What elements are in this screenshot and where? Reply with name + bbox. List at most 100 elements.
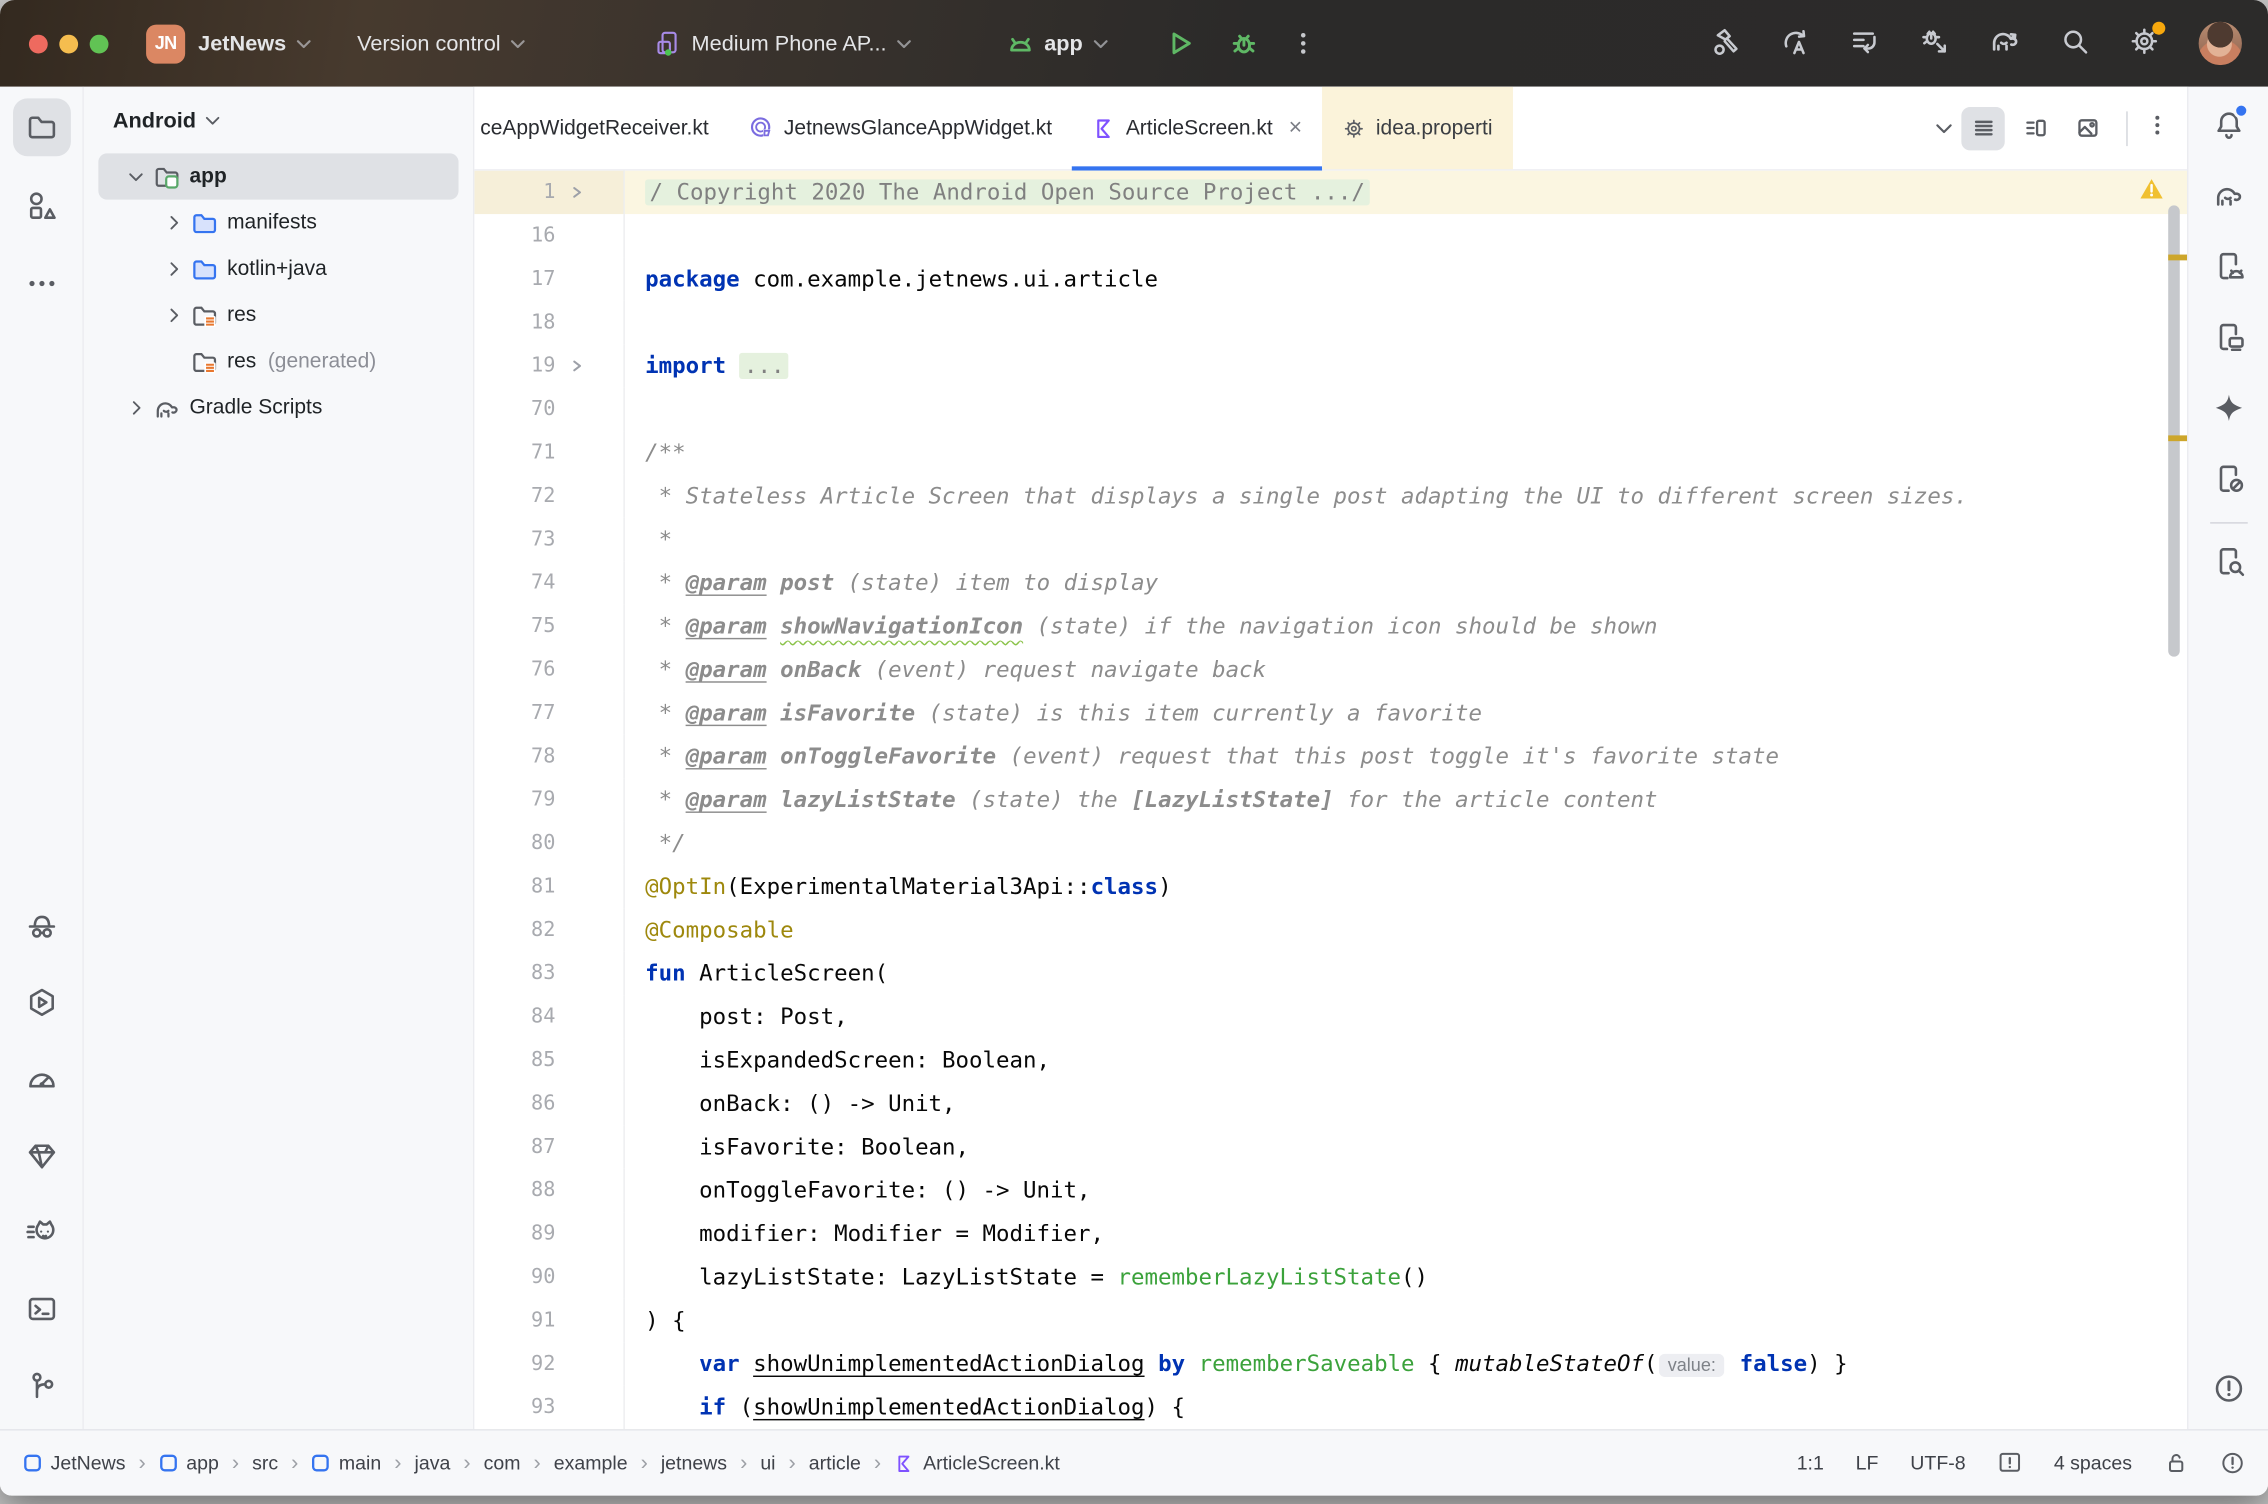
- breadcrumb-com[interactable]: com: [484, 1452, 521, 1474]
- project-widget[interactable]: JetNews: [198, 31, 311, 56]
- vcs-widget[interactable]: Version control: [357, 31, 525, 56]
- more-actions-button[interactable]: [1290, 30, 1316, 56]
- warning-stripe-mark[interactable]: [2168, 435, 2187, 441]
- attach-debugger-button[interactable]: [1919, 25, 1949, 61]
- breadcrumb-java[interactable]: java: [414, 1452, 450, 1474]
- problems-toolwindow-button[interactable]: [2199, 1360, 2257, 1418]
- inspection-warning-icon[interactable]: [2139, 178, 2164, 200]
- module-icon: [159, 1454, 178, 1473]
- code-view-button[interactable]: [1961, 106, 2004, 149]
- editor-column: ceAppWidgetReceiver.kt JetnewsGlanceAppW…: [474, 87, 2187, 1429]
- breadcrumb-ui[interactable]: ui: [760, 1452, 775, 1474]
- logcat-toolwindow-button[interactable]: [12, 1203, 70, 1261]
- debug-button[interactable]: [1229, 29, 1258, 58]
- split-view-icon: [2023, 116, 2048, 141]
- caret-position-widget[interactable]: 1:1: [1797, 1452, 1824, 1474]
- breadcrumb-jetnews-pkg[interactable]: jetnews: [661, 1452, 727, 1474]
- device-selector[interactable]: Medium Phone AP...: [655, 30, 911, 56]
- tree-item-res-generated[interactable]: res (generated): [84, 338, 473, 384]
- sync-refresh-button[interactable]: [1781, 25, 1811, 61]
- profiler-toolwindow-button[interactable]: [12, 1050, 70, 1108]
- breadcrumb-src[interactable]: src: [252, 1452, 278, 1474]
- search-icon: [2060, 25, 2090, 55]
- split-view-button[interactable]: [2013, 106, 2056, 149]
- project-icon[interactable]: JN: [146, 24, 185, 63]
- titlebar: JN JetNews Version control Medium Phone …: [0, 0, 2268, 87]
- code-line: 90 lazyListState: LazyListState = rememb…: [474, 1256, 2187, 1299]
- editor-scrollbar[interactable]: [2168, 205, 2180, 656]
- device-manager-toolwindow-button[interactable]: [2199, 237, 2257, 295]
- app-inspection-toolwindow-button[interactable]: [12, 897, 70, 955]
- tab-idea-properties[interactable]: idea.properti: [1322, 87, 1512, 169]
- code-line: 92 var showUnimplementedActionDialog by …: [474, 1342, 2187, 1385]
- device-mirroring-toolwindow-button[interactable]: [2199, 450, 2257, 508]
- device-explorer-toolwindow-button[interactable]: [2199, 532, 2257, 590]
- tab-ceappwidgetreceiver[interactable]: ceAppWidgetReceiver.kt: [474, 87, 729, 169]
- tab-options-button[interactable]: [2145, 112, 2170, 144]
- design-view-button[interactable]: [2066, 106, 2109, 149]
- lock-open-icon[interactable]: [2164, 1451, 2189, 1476]
- user-avatar[interactable]: [2199, 22, 2242, 65]
- tree-item-res[interactable]: res: [84, 292, 473, 338]
- tree-item-kotlin-java[interactable]: kotlin+java: [84, 246, 473, 292]
- bug-arrow-icon: [1919, 25, 1949, 55]
- ellipsis-icon: [25, 268, 57, 300]
- gradle-toolwindow-button[interactable]: [2199, 166, 2257, 224]
- tab-label: JetnewsGlanceAppWidget.kt: [784, 116, 1052, 139]
- gemini-toolwindow-button[interactable]: [2199, 379, 2257, 437]
- code-line: 82@Composable: [474, 908, 2187, 951]
- tab-jetnewsglanceappwidget[interactable]: JetnewsGlanceAppWidget.kt: [729, 87, 1072, 169]
- gradle-elephant-icon: [153, 394, 180, 421]
- breadcrumb-example[interactable]: example: [554, 1452, 628, 1474]
- gradle-sync-button[interactable]: [1989, 25, 2021, 63]
- breadcrumb-jetnews[interactable]: JetNews: [23, 1452, 125, 1474]
- compose-glance-icon: [749, 116, 774, 141]
- terminal-toolwindow-button[interactable]: [12, 1280, 70, 1338]
- warning-stripe-mark[interactable]: [2168, 255, 2187, 261]
- device-phone-icon: [655, 30, 681, 56]
- version-control-toolwindow-button[interactable]: [12, 1357, 70, 1415]
- code-editor[interactable]: 1/ Copyright 2020 The Android Open Sourc…: [474, 171, 2187, 1429]
- settings-button[interactable]: [2129, 25, 2159, 61]
- encoding-widget[interactable]: UTF-8: [1910, 1452, 1965, 1474]
- phone-link-icon: [2212, 463, 2244, 495]
- services-toolwindow-button[interactable]: [12, 973, 70, 1031]
- tree-item-gradle-scripts[interactable]: Gradle Scripts: [84, 385, 473, 431]
- highlighting-level-icon[interactable]: [1997, 1451, 2022, 1476]
- close-window-button[interactable]: [29, 34, 48, 53]
- more-toolwindows-button[interactable]: [12, 255, 70, 313]
- line-separator-widget[interactable]: LF: [1856, 1452, 1879, 1474]
- running-devices-toolwindow-button[interactable]: [2199, 308, 2257, 366]
- build-button[interactable]: [1711, 25, 1741, 61]
- minimize-window-button[interactable]: [59, 34, 78, 53]
- tree-item-manifests[interactable]: manifests: [84, 200, 473, 246]
- hidden-tabs-chevron-icon[interactable]: [1935, 122, 1952, 134]
- breadcrumb-app[interactable]: app: [159, 1452, 219, 1474]
- search-everywhere-button[interactable]: [2060, 25, 2090, 61]
- app-quality-insights-toolwindow-button[interactable]: [12, 1127, 70, 1185]
- zoom-window-button[interactable]: [90, 34, 109, 53]
- tree-item-label: kotlin+java: [227, 257, 327, 280]
- fold-arrow-icon: [570, 359, 584, 373]
- breadcrumb-main[interactable]: main: [311, 1452, 381, 1474]
- project-toolwindow-button[interactable]: [12, 98, 70, 156]
- code-line: 71/**: [474, 431, 2187, 474]
- run-button[interactable]: [1165, 29, 1194, 58]
- phone-search-icon: [2212, 545, 2244, 577]
- resource-manager-toolwindow-button[interactable]: [12, 176, 70, 234]
- debug-bug-icon: [1229, 29, 1258, 58]
- tab-articlescreen[interactable]: ArticleScreen.kt ×: [1072, 87, 1322, 169]
- notifications-button[interactable]: [2199, 95, 2257, 153]
- run-history-button[interactable]: [1850, 25, 1880, 61]
- breadcrumb-file[interactable]: ArticleScreen.kt: [894, 1452, 1060, 1474]
- run-configuration-selector[interactable]: app: [1007, 30, 1108, 57]
- code-line: 84 post: Post,: [474, 995, 2187, 1038]
- notification-dot: [2233, 103, 2249, 119]
- close-tab-icon[interactable]: ×: [1289, 115, 1303, 141]
- problems-indicator-icon[interactable]: [2220, 1451, 2245, 1476]
- project-view-selector[interactable]: Android: [84, 87, 473, 154]
- indent-widget[interactable]: 4 spaces: [2054, 1452, 2132, 1474]
- tree-item-app[interactable]: app: [98, 153, 458, 199]
- logcat-cat-icon: [25, 1216, 57, 1248]
- breadcrumb-article[interactable]: article: [809, 1452, 861, 1474]
